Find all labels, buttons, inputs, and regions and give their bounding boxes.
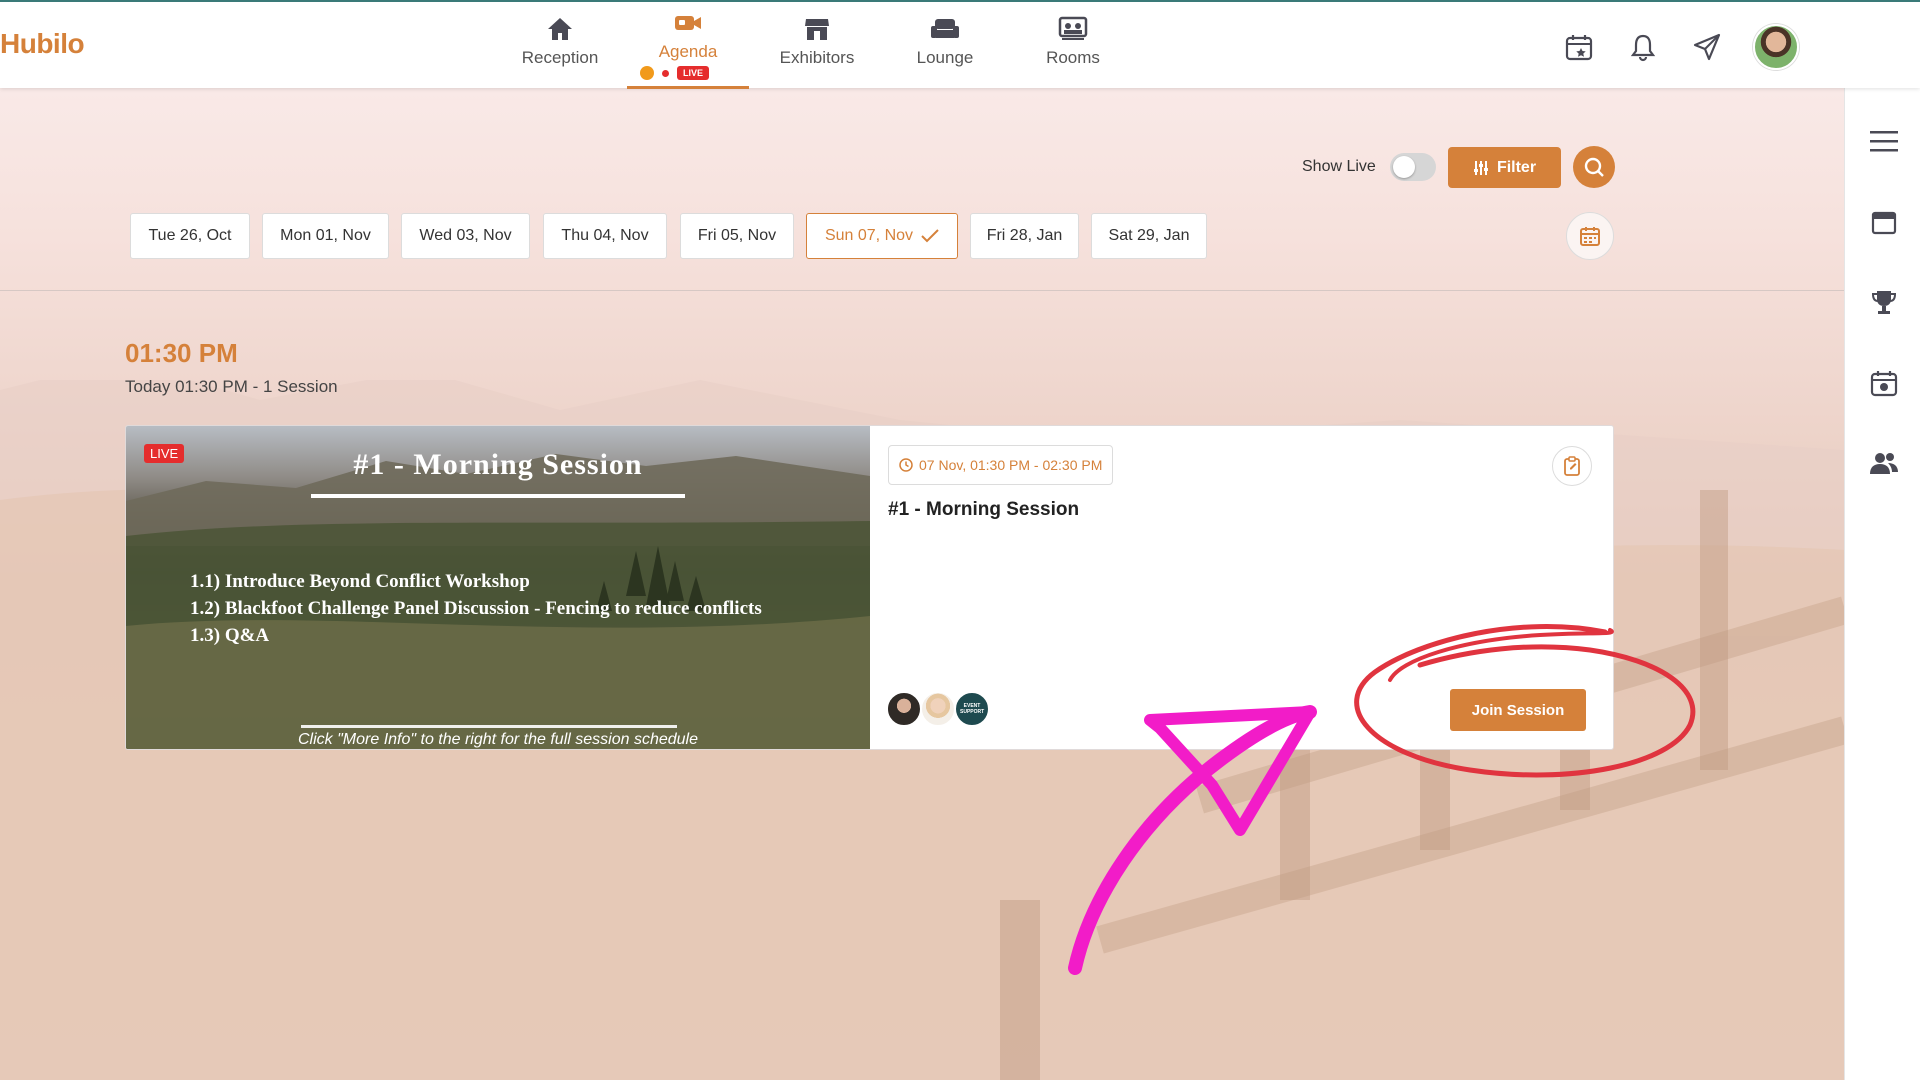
video-camera-icon xyxy=(675,16,701,30)
bell-icon[interactable] xyxy=(1628,32,1658,62)
date-tab[interactable]: Fri 28, Jan xyxy=(970,213,1079,259)
nav-item-exhibitors[interactable]: Exhibitors xyxy=(757,16,877,68)
show-live-label: Show Live xyxy=(1302,158,1376,175)
date-label: Sat 29, Jan xyxy=(1108,227,1190,244)
right-sidebar xyxy=(1844,88,1920,1080)
toggle-knob xyxy=(1393,156,1415,178)
thumbnail-bottom-line xyxy=(301,725,677,728)
active-tab-underline xyxy=(627,86,749,89)
date-label: Sun 07, Nov xyxy=(824,227,914,244)
speaker-avatar[interactable] xyxy=(920,691,956,727)
date-label: Tue 26, Oct xyxy=(148,227,232,244)
slot-time-heading: 01:30 PM xyxy=(125,338,238,368)
agenda-line: 1.2) Blackfoot Challenge Panel Discussio… xyxy=(190,598,762,619)
nav-label: Exhibitors xyxy=(779,48,855,67)
home-icon xyxy=(548,18,572,40)
clock-icon xyxy=(899,458,913,472)
date-label: Fri 05, Nov xyxy=(697,227,777,244)
nav-label: Lounge xyxy=(916,48,974,67)
store-icon xyxy=(805,19,829,40)
calendar-star-icon[interactable] xyxy=(1564,32,1594,62)
date-label: Thu 04, Nov xyxy=(561,227,649,244)
top-navigation-bar: Hubilo Reception Agenda LIVE Exhibitors … xyxy=(0,0,1920,89)
nav-item-rooms[interactable]: Rooms xyxy=(1013,16,1133,68)
session-card[interactable]: LIVE #1 - Morning Session 1.1) Introduce… xyxy=(125,425,1614,750)
date-tab[interactable]: Mon 01, Nov xyxy=(262,213,389,259)
user-avatar[interactable] xyxy=(1753,24,1799,70)
speaker-avatar-event-support[interactable]: EVENT SUPPORT xyxy=(954,691,990,727)
calendar-picker-button[interactable] xyxy=(1566,212,1614,260)
session-info: 07 Nov, 01:30 PM - 02:30 PM #1 - Morning… xyxy=(870,426,1613,749)
clipboard-icon xyxy=(1564,456,1580,476)
menu-icon[interactable] xyxy=(1869,126,1899,156)
agenda-line: 1.1) Introduce Beyond Conflict Workshop xyxy=(190,571,530,592)
date-label: Mon 01, Nov xyxy=(280,227,371,244)
date-label: Wed 03, Nov xyxy=(419,227,512,244)
nav-item-agenda[interactable]: Agenda xyxy=(628,10,748,62)
nav-item-lounge[interactable]: Lounge xyxy=(885,16,1005,68)
sofa-icon xyxy=(931,19,959,38)
calendar-camera-icon[interactable] xyxy=(1869,368,1899,398)
date-label: Fri 28, Jan xyxy=(986,227,1063,244)
slot-subtitle: Today 01:30 PM - 1 Session xyxy=(125,377,338,396)
people-icon[interactable] xyxy=(1869,448,1899,478)
date-tab[interactable]: Tue 26, Oct xyxy=(130,213,250,259)
session-time-range: 07 Nov, 01:30 PM - 02:30 PM xyxy=(888,445,1114,485)
session-thumbnail[interactable]: LIVE #1 - Morning Session 1.1) Introduce… xyxy=(126,426,870,749)
annotation-arrow xyxy=(1068,705,1317,975)
session-title[interactable]: #1 - Morning Session xyxy=(888,499,1079,521)
date-tab[interactable]: Wed 03, Nov xyxy=(401,213,530,259)
card-icon[interactable] xyxy=(1869,208,1899,238)
date-tab[interactable]: Fri 05, Nov xyxy=(680,213,794,259)
date-tab[interactable]: Thu 04, Nov xyxy=(543,213,667,259)
status-dot xyxy=(640,66,654,80)
nav-label: Reception xyxy=(521,48,599,67)
agenda-line: 1.3) Q&A xyxy=(190,625,270,646)
filter-label: Filter xyxy=(1496,158,1537,176)
trophy-icon[interactable] xyxy=(1869,288,1899,318)
event-support-badge-text: EVENT SUPPORT xyxy=(960,703,985,715)
speaker-avatar[interactable] xyxy=(886,691,922,727)
calendar-icon xyxy=(1580,227,1600,246)
section-divider xyxy=(0,290,1844,291)
search-icon xyxy=(1584,157,1604,177)
live-badge: LIVE xyxy=(677,66,710,80)
filter-button[interactable]: Filter xyxy=(1448,147,1561,188)
thumbnail-agenda: 1.1) Introduce Beyond Conflict Workshop … xyxy=(190,568,762,649)
live-dot xyxy=(662,69,669,77)
thumbnail-note: Click "More Info" to the right for the f… xyxy=(298,731,698,748)
brand-logo[interactable]: Hubilo xyxy=(0,28,85,60)
search-button[interactable] xyxy=(1573,146,1615,188)
title-underline xyxy=(311,494,685,498)
nav-label: Rooms xyxy=(1046,48,1100,67)
date-tab-selected[interactable]: Sun 07, Nov xyxy=(806,213,958,259)
join-session-button[interactable]: Join Session xyxy=(1450,689,1586,731)
check-icon xyxy=(921,229,939,243)
session-notes-button[interactable] xyxy=(1552,446,1592,486)
nav-item-reception[interactable]: Reception xyxy=(500,16,620,68)
sliders-icon xyxy=(1473,160,1488,175)
time-range-text: 07 Nov, 01:30 PM - 02:30 PM xyxy=(919,457,1103,473)
nav-label: Agenda xyxy=(658,42,718,61)
send-icon[interactable] xyxy=(1692,32,1722,62)
show-live-toggle[interactable] xyxy=(1390,153,1436,181)
thumbnail-title: #1 - Morning Session xyxy=(353,448,643,481)
agenda-live-indicator: LIVE xyxy=(640,66,710,80)
presentation-icon xyxy=(1058,16,1088,40)
date-tab[interactable]: Sat 29, Jan xyxy=(1091,213,1207,259)
